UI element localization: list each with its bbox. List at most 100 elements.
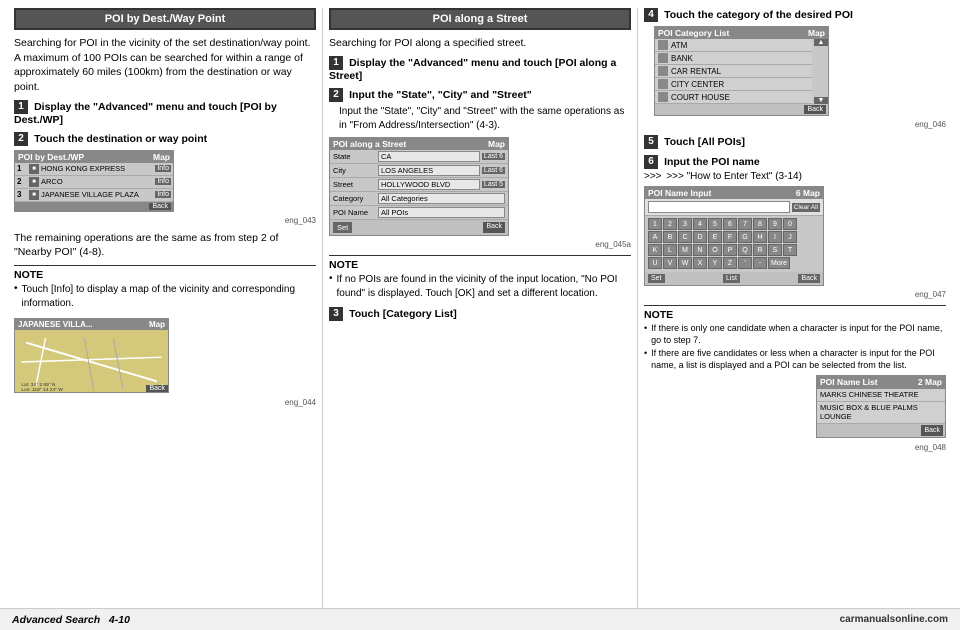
bank-icon: [658, 53, 668, 63]
kb-set-btn[interactable]: Set: [648, 274, 665, 283]
key-d[interactable]: D: [693, 231, 707, 243]
key-apos[interactable]: ': [738, 257, 752, 269]
kb-footer: Set List Back: [645, 272, 823, 285]
key-2[interactable]: 2: [663, 218, 677, 230]
list-row-1[interactable]: MARKS CHINESE THEATRE: [817, 389, 945, 402]
key-z[interactable]: Z: [723, 257, 737, 269]
key-more[interactable]: More: [768, 257, 790, 269]
key-q[interactable]: Q: [738, 244, 752, 256]
back-btn-form[interactable]: Back: [483, 222, 505, 233]
back-btn-043[interactable]: Back: [149, 203, 171, 210]
form-category-row: Category All Categories: [330, 192, 508, 206]
key-1[interactable]: 1: [648, 218, 662, 230]
key-r[interactable]: R: [753, 244, 767, 256]
nav-screen-footer: Back: [15, 202, 173, 211]
form-screen-045a: POI along a Street Map State CA Last 6 C…: [329, 137, 509, 236]
city-icon: [658, 79, 668, 89]
set-btn-form[interactable]: Set: [333, 222, 352, 233]
left-section-header: POI by Dest./Way Point: [14, 8, 316, 30]
key-8[interactable]: 8: [753, 218, 767, 230]
key-m[interactable]: M: [678, 244, 692, 256]
info-btn-2[interactable]: Info: [155, 178, 171, 185]
key-g[interactable]: G: [738, 231, 752, 243]
key-i[interactable]: I: [768, 231, 782, 243]
form-header: POI along a Street Map: [330, 138, 508, 150]
mid-step3-num: 3: [329, 307, 343, 321]
car-icon: [658, 66, 668, 76]
key-9[interactable]: 9: [768, 218, 782, 230]
kb-row-numbers: 1 2 3 4 5 6 7 8 9 0: [648, 218, 820, 230]
key-o[interactable]: O: [708, 244, 722, 256]
key-n[interactable]: N: [693, 244, 707, 256]
right-step4-title: Touch the category of the desired POI: [664, 9, 853, 21]
key-3[interactable]: 3: [678, 218, 692, 230]
eng-045a-label: eng_045a: [329, 240, 631, 249]
street-last5-btn[interactable]: Last 5: [482, 181, 505, 188]
key-x[interactable]: X: [693, 257, 707, 269]
form-poiname-row: POI Name All POIs: [330, 206, 508, 220]
cat-row-bank[interactable]: BANK: [655, 52, 812, 65]
key-5[interactable]: 5: [708, 218, 722, 230]
city-last6-btn[interactable]: Last 6: [482, 167, 505, 174]
nav-row-2: 2 ■ ARCO Info: [15, 176, 173, 189]
key-dash[interactable]: -: [753, 257, 767, 269]
key-v[interactable]: V: [663, 257, 677, 269]
key-u[interactable]: U: [648, 257, 662, 269]
eng-044-label: eng_044: [14, 398, 316, 407]
mid-step2-desc: Input the "State", "City" and "Street" w…: [339, 105, 631, 133]
column-mid: POI along a Street Searching for POI alo…: [322, 8, 638, 608]
key-y[interactable]: Y: [708, 257, 722, 269]
cat-row-court[interactable]: COURT HOUSE: [655, 91, 812, 104]
right-step5: 5 Touch [All POIs]: [644, 135, 946, 149]
right-step6: 6 Input the POI name >>> >>> "How to Ent…: [644, 155, 946, 299]
list-row-2[interactable]: MUSIC BOX & BLUE PALMS LOUNGE: [817, 402, 945, 425]
right-step6-title: Input the POI name: [664, 156, 760, 168]
key-t[interactable]: T: [783, 244, 797, 256]
cat-row-atm[interactable]: ATM: [655, 39, 812, 52]
map-svg: Lat: 34° 2 55" N Lon: 118° 14 24" W: [15, 333, 168, 392]
key-4[interactable]: 4: [693, 218, 707, 230]
mid-note: NOTE • If no POIs are found in the vicin…: [329, 255, 631, 301]
mid-step1-num: 1: [329, 56, 343, 70]
step2-num: 2: [14, 132, 28, 146]
state-last6-btn[interactable]: Last 6: [482, 153, 505, 160]
key-p[interactable]: P: [723, 244, 737, 256]
scroll-down-btn[interactable]: ▼: [814, 97, 828, 104]
key-k[interactable]: K: [648, 244, 662, 256]
form-city-row: City LOS ANGELES Last 6: [330, 164, 508, 178]
right-step5-title: Touch [All POIs]: [664, 136, 745, 148]
poi-name-input[interactable]: [648, 201, 790, 213]
mid-step2-title: Input the "State", "City" and "Street": [349, 89, 532, 101]
clear-all-btn[interactable]: Clear All: [792, 203, 820, 212]
key-w[interactable]: W: [678, 257, 692, 269]
eng-048-label: eng_048: [644, 443, 946, 452]
cat-row-car[interactable]: CAR RENTAL: [655, 65, 812, 78]
back-btn-list[interactable]: Back: [921, 425, 943, 436]
key-e[interactable]: E: [708, 231, 722, 243]
kb-back-btn[interactable]: Back: [798, 274, 820, 283]
key-s[interactable]: S: [768, 244, 782, 256]
list-header: POI Name List 2 Map: [817, 376, 945, 389]
page: POI by Dest./Way Point Searching for POI…: [0, 0, 960, 630]
column-right: 4 Touch the category of the desired POI …: [638, 8, 952, 608]
key-c[interactable]: C: [678, 231, 692, 243]
nav-row-3: 3 ■ JAPANESE VILLAGE PLAZA Info: [15, 189, 173, 202]
key-0[interactable]: 0: [783, 218, 797, 230]
cat-row-city[interactable]: CITY CENTER: [655, 78, 812, 91]
key-b[interactable]: B: [663, 231, 677, 243]
key-6[interactable]: 6: [723, 218, 737, 230]
key-l[interactable]: L: [663, 244, 677, 256]
key-f[interactable]: F: [723, 231, 737, 243]
key-7[interactable]: 7: [738, 218, 752, 230]
kb-input-row: Clear All: [645, 199, 823, 216]
info-btn-3[interactable]: Info: [155, 191, 171, 198]
key-j[interactable]: J: [783, 231, 797, 243]
map-back-btn[interactable]: Back: [146, 385, 168, 392]
kb-list-btn[interactable]: List: [723, 274, 740, 283]
info-btn-1[interactable]: Info: [155, 165, 171, 172]
back-btn-cat[interactable]: Back: [804, 105, 826, 114]
key-a[interactable]: A: [648, 231, 662, 243]
kb-row-a-j: A B C D E F G H I J: [648, 231, 820, 243]
scroll-up-btn[interactable]: ▲: [814, 39, 828, 46]
key-h[interactable]: H: [753, 231, 767, 243]
